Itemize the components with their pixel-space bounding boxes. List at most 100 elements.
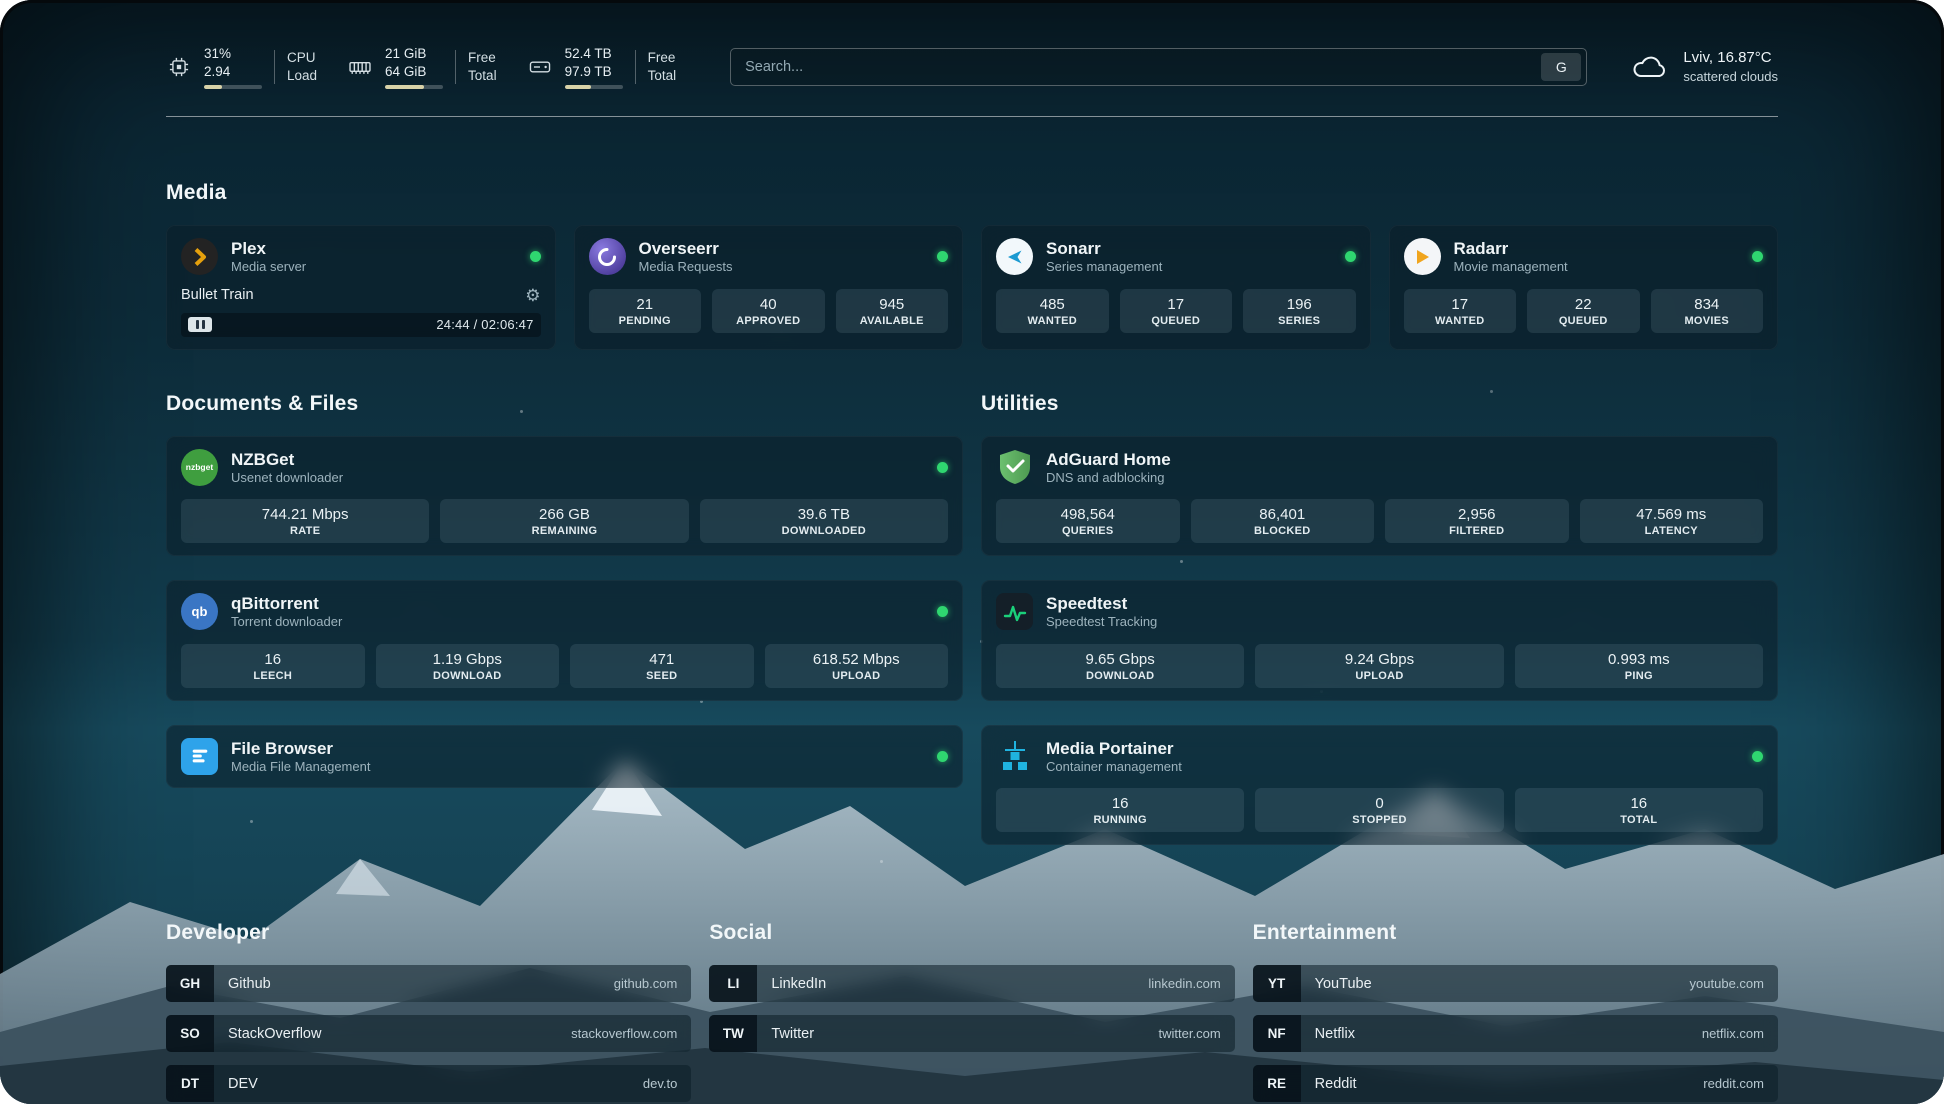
bookmark-group-social: Social LI LinkedIn linkedin.com TW Twitt… [709,921,1234,1102]
service-card-qbittorrent[interactable]: qb qBittorrent Torrent downloader 16 [166,580,963,701]
search-input[interactable] [745,59,1541,75]
stat-value: 0.993 ms [1519,651,1759,668]
service-titles: Overseerr Media Requests [639,238,733,276]
bookmark-url: github.com [614,976,678,991]
service-card-speedtest[interactable]: Speedtest Speedtest Tracking 9.65 Gbps D… [981,580,1778,701]
bookmark-name: Github [228,976,271,992]
cpu-values: 31% 2.94 [204,45,262,88]
status-dot [1752,751,1763,762]
bookmark-name: Netflix [1315,1026,1355,1042]
stats-row: 498,564 QUERIES 86,401 BLOCKED 2,956 FIL… [996,499,1763,543]
search-provider-button[interactable]: G [1541,53,1581,81]
memory-total: 64 GiB [385,63,443,81]
stat-total: 16 TOTAL [1515,788,1763,832]
status-dot [937,606,948,617]
bookmark-row-dev[interactable]: DT DEV dev.to [166,1065,691,1102]
stat-latency: 47.569 ms LATENCY [1580,499,1764,543]
weather-widget[interactable]: Lviv, 16.87°C scattered clouds [1631,48,1778,86]
bookmark-row-twitter[interactable]: TW Twitter twitter.com [709,1015,1234,1052]
card-head: AdGuard Home DNS and adblocking [996,449,1763,487]
bookmark-row-netflix[interactable]: NF Netflix netflix.com [1253,1015,1778,1052]
service-card-plex[interactable]: Plex Media server Bullet Train ⚙ 24:44 /… [166,225,556,350]
service-description: Usenet downloader [231,470,343,486]
bookmark-url: netflix.com [1702,1026,1764,1041]
bookmark-row-stackoverflow[interactable]: SO StackOverflow stackoverflow.com [166,1015,691,1052]
divider [455,50,456,84]
card-head: nzbget NZBGet Usenet downloader [181,449,948,487]
top-bar: 31% 2.94 CPU Load [166,38,1778,96]
section-title-utilities: Utilities [981,392,1778,416]
weather-text: Lviv, 16.87°C scattered clouds [1683,48,1778,86]
stat-value: 21 [593,296,698,313]
stat-value: 40 [716,296,821,313]
service-titles: NZBGet Usenet downloader [231,449,343,487]
bookmark-row-reddit[interactable]: RE Reddit reddit.com [1253,1065,1778,1102]
stat-filtered: 2,956 FILTERED [1385,499,1569,543]
bookmark-url: twitter.com [1159,1026,1221,1041]
service-card-radarr[interactable]: Radarr Movie management 17 WANTED 22 QUE… [1389,225,1779,350]
weather-location: Lviv, 16.87°C [1683,48,1778,68]
service-titles: Media Portainer Container management [1046,738,1182,776]
stat-value: 744.21 Mbps [185,506,425,523]
status-dot [1345,251,1356,262]
memory-labels: Free Total [468,49,497,84]
stat-label: DOWNLOADED [704,525,944,537]
bookmark-name: DEV [228,1076,258,1092]
pause-button[interactable] [188,317,212,332]
stat-queued: 22 QUEUED [1527,289,1640,333]
stat-label: STOPPED [1259,814,1499,826]
bookmark-row-github[interactable]: GH Github github.com [166,965,691,1002]
search-box[interactable]: G [730,48,1587,86]
bookmark-row-linkedin[interactable]: LI LinkedIn linkedin.com [709,965,1234,1002]
section-title-entertainment: Entertainment [1253,921,1778,945]
settings-icon[interactable]: ⚙ [525,287,540,304]
card-head: Overseerr Media Requests [589,238,949,276]
service-card-filebrowser[interactable]: File Browser Media File Management [166,725,963,789]
service-card-overseerr[interactable]: Overseerr Media Requests 21 PENDING 40 A… [574,225,964,350]
service-card-sonarr[interactable]: Sonarr Series management 485 WANTED 17 Q… [981,225,1371,350]
media-grid: Plex Media server Bullet Train ⚙ 24:44 /… [166,225,1778,350]
now-playing-row: Bullet Train ⚙ [181,287,541,304]
service-description: Container management [1046,759,1182,775]
radarr-icon [1404,238,1441,275]
card-head: Sonarr Series management [996,238,1356,276]
portainer-icon [996,738,1033,775]
service-description: Media Requests [639,259,733,275]
bookmark-name: LinkedIn [771,976,826,992]
stat-value: 17 [1124,296,1229,313]
disk-widget: 52.4 TB 97.9 TB Free Total [527,45,677,88]
stat-label: DOWNLOAD [380,670,556,682]
service-description: Movie management [1454,259,1568,275]
overseerr-icon [589,238,626,275]
bookmark-url: youtube.com [1690,976,1764,991]
service-card-nzbget[interactable]: nzbget NZBGet Usenet downloader 744.21 M… [166,436,963,557]
disk-icon [527,54,553,80]
stat-movies: 834 MOVIES [1651,289,1764,333]
stat-leech: 16 LEECH [181,644,365,688]
sonarr-icon [996,238,1033,275]
section-title-documents: Documents & Files [166,392,963,416]
section-title-developer: Developer [166,921,691,945]
bookmark-abbr: LI [709,965,757,1002]
service-card-adguard[interactable]: AdGuard Home DNS and adblocking 498,564 … [981,436,1778,557]
stat-label: WANTED [1000,315,1105,327]
stat-label: UPLOAD [769,670,945,682]
stats-row: 16 RUNNING 0 STOPPED 16 TOTAL [996,788,1763,832]
system-resources: 31% 2.94 CPU Load [166,45,676,88]
service-titles: Plex Media server [231,238,306,276]
stat-value: 618.52 Mbps [769,651,945,668]
bookmark-group-entertainment: Entertainment YT YouTube youtube.com NF … [1253,921,1778,1102]
bookmark-abbr: SO [166,1015,214,1052]
bookmark-abbr: TW [709,1015,757,1052]
service-card-portainer[interactable]: Media Portainer Container management 16 … [981,725,1778,846]
cpu-widget: 31% 2.94 CPU Load [166,45,317,88]
stat-label: REMAINING [444,525,684,537]
stat-queued: 17 QUEUED [1120,289,1233,333]
stat-download: 9.65 Gbps DOWNLOAD [996,644,1244,688]
speedtest-icon [996,593,1033,630]
memory-label-bottom: Total [468,67,497,85]
service-name: Media Portainer [1046,738,1182,759]
stat-running: 16 RUNNING [996,788,1244,832]
disk-bar [565,85,623,89]
bookmark-row-youtube[interactable]: YT YouTube youtube.com [1253,965,1778,1002]
